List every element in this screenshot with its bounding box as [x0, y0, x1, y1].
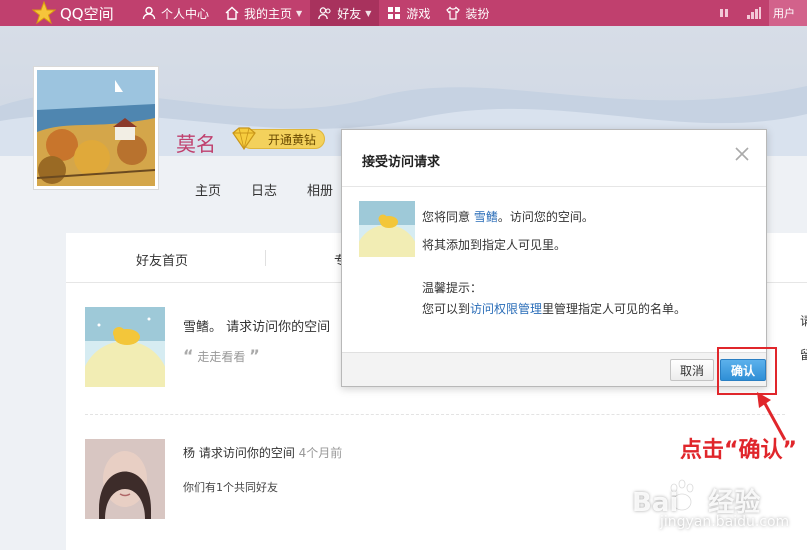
home-icon — [225, 6, 239, 20]
dialog-tip-title: 温馨提示： — [422, 281, 483, 295]
nav-item-label: 游戏 — [406, 6, 431, 21]
open-yellow-diamond-button[interactable]: 开通黄钻 — [229, 127, 326, 151]
agree-prefix: 您将同意 — [422, 210, 471, 224]
agree-suffix: 。访问您的空间。 — [497, 210, 594, 224]
game-icon — [388, 7, 401, 19]
subnav-blog[interactable]: 日志 — [251, 180, 277, 199]
tshirt-icon — [446, 6, 461, 20]
request-text: 杨 请求访问你的空间 4个月前 — [183, 444, 342, 461]
nav-item-personal-center[interactable]: 个人中心 — [134, 0, 217, 26]
list-divider — [85, 414, 785, 415]
close-icon[interactable] — [734, 146, 750, 162]
tip-suffix: 里管理指定人可见的名单。 — [542, 302, 687, 316]
pause-icon — [720, 9, 728, 17]
nav-right-tools: 用户 — [709, 0, 807, 26]
edge-text: 留 — [800, 348, 807, 362]
person-icon — [142, 6, 156, 20]
tab-divider — [265, 250, 266, 266]
subnav-album[interactable]: 相册 — [307, 180, 333, 199]
nav-item-my-home[interactable]: 我的主页 ▼ — [217, 0, 310, 26]
profile-avatar[interactable] — [33, 66, 159, 190]
signal-bars-icon — [747, 7, 761, 19]
request-time: 4个月前 — [298, 446, 343, 460]
nav-item-games[interactable]: 游戏 — [379, 0, 438, 26]
cancel-button[interactable]: 取消 — [670, 359, 714, 381]
requester-avatar — [359, 201, 415, 257]
mutual-friends-text: 你们有1个共同好友 — [183, 481, 278, 494]
star-logo-icon — [32, 1, 56, 25]
top-nav: QQ空间 个人中心 我的主页 ▼ 好友 ▼ 游戏 装扮 用户 — [0, 0, 807, 26]
tip-prefix: 您可以到 — [422, 302, 471, 316]
open-quote-icon: “ — [183, 346, 194, 365]
dialog-line-agree: 您将同意 雪鳍。访问您的空间。 — [422, 208, 594, 225]
logo-text: QQ空间 — [60, 4, 114, 23]
qzone-logo[interactable]: QQ空间 — [0, 0, 134, 26]
request-text: 雪鳍。 请求访问你的空间 — [183, 320, 331, 335]
callout-text: 点击“确认” — [680, 438, 797, 463]
quote-text: 走走看看 — [197, 350, 246, 364]
edge-text: 请 — [800, 314, 807, 328]
access-permission-link[interactable]: 访问权限管理 — [470, 302, 542, 316]
subnav-home[interactable]: 主页 — [195, 180, 221, 199]
profile-name: 莫名 — [176, 132, 216, 156]
watermark-url: jingyan.baidu.com — [660, 514, 790, 530]
dialog-tip-text: 您可以到访问权限管理里管理指定人可见的名单。 — [422, 300, 686, 317]
nav-item-label: 装扮 — [465, 6, 490, 21]
request-avatar[interactable] — [85, 439, 165, 519]
request-title: 杨 请求访问你的空间 — [183, 446, 295, 460]
profile-subnav: 主页 日志 相册 — [195, 180, 333, 199]
pause-button[interactable] — [709, 0, 739, 26]
user-menu[interactable]: 用户 — [769, 0, 807, 26]
nav-item-label: 我的主页 — [244, 6, 293, 21]
chevron-down-icon: ▼ — [365, 8, 372, 18]
nav-item-label: 个人中心 — [161, 6, 210, 21]
nav-item-decorate[interactable]: 装扮 — [438, 0, 497, 26]
request-avatar[interactable] — [85, 307, 165, 387]
request-quote: “ 走走看看 ” — [183, 346, 260, 365]
requester-name-link[interactable]: 雪鳍 — [474, 210, 498, 224]
diamond-icon — [232, 127, 256, 151]
accept-request-dialog: 接受访问请求 您将同意 雪鳍。访问您的空间。 将其添加到指定人可见里。 温馨提示… — [341, 129, 767, 387]
nav-item-friends[interactable]: 好友 ▼ — [310, 0, 380, 26]
friends-icon — [318, 7, 331, 20]
nav-item-label: 好友 — [337, 6, 362, 21]
chevron-down-icon: ▼ — [296, 8, 303, 18]
dialog-title: 接受访问请求 — [362, 155, 441, 170]
highlight-box — [717, 347, 777, 395]
avatar-painting — [36, 70, 156, 186]
tab-friends-home[interactable]: 好友首页 — [136, 250, 188, 269]
stats-button[interactable] — [739, 0, 769, 26]
dialog-line-add: 将其添加到指定人可见里。 — [422, 238, 567, 252]
close-quote-icon: ” — [249, 346, 260, 365]
dialog-header-divider — [342, 186, 766, 187]
